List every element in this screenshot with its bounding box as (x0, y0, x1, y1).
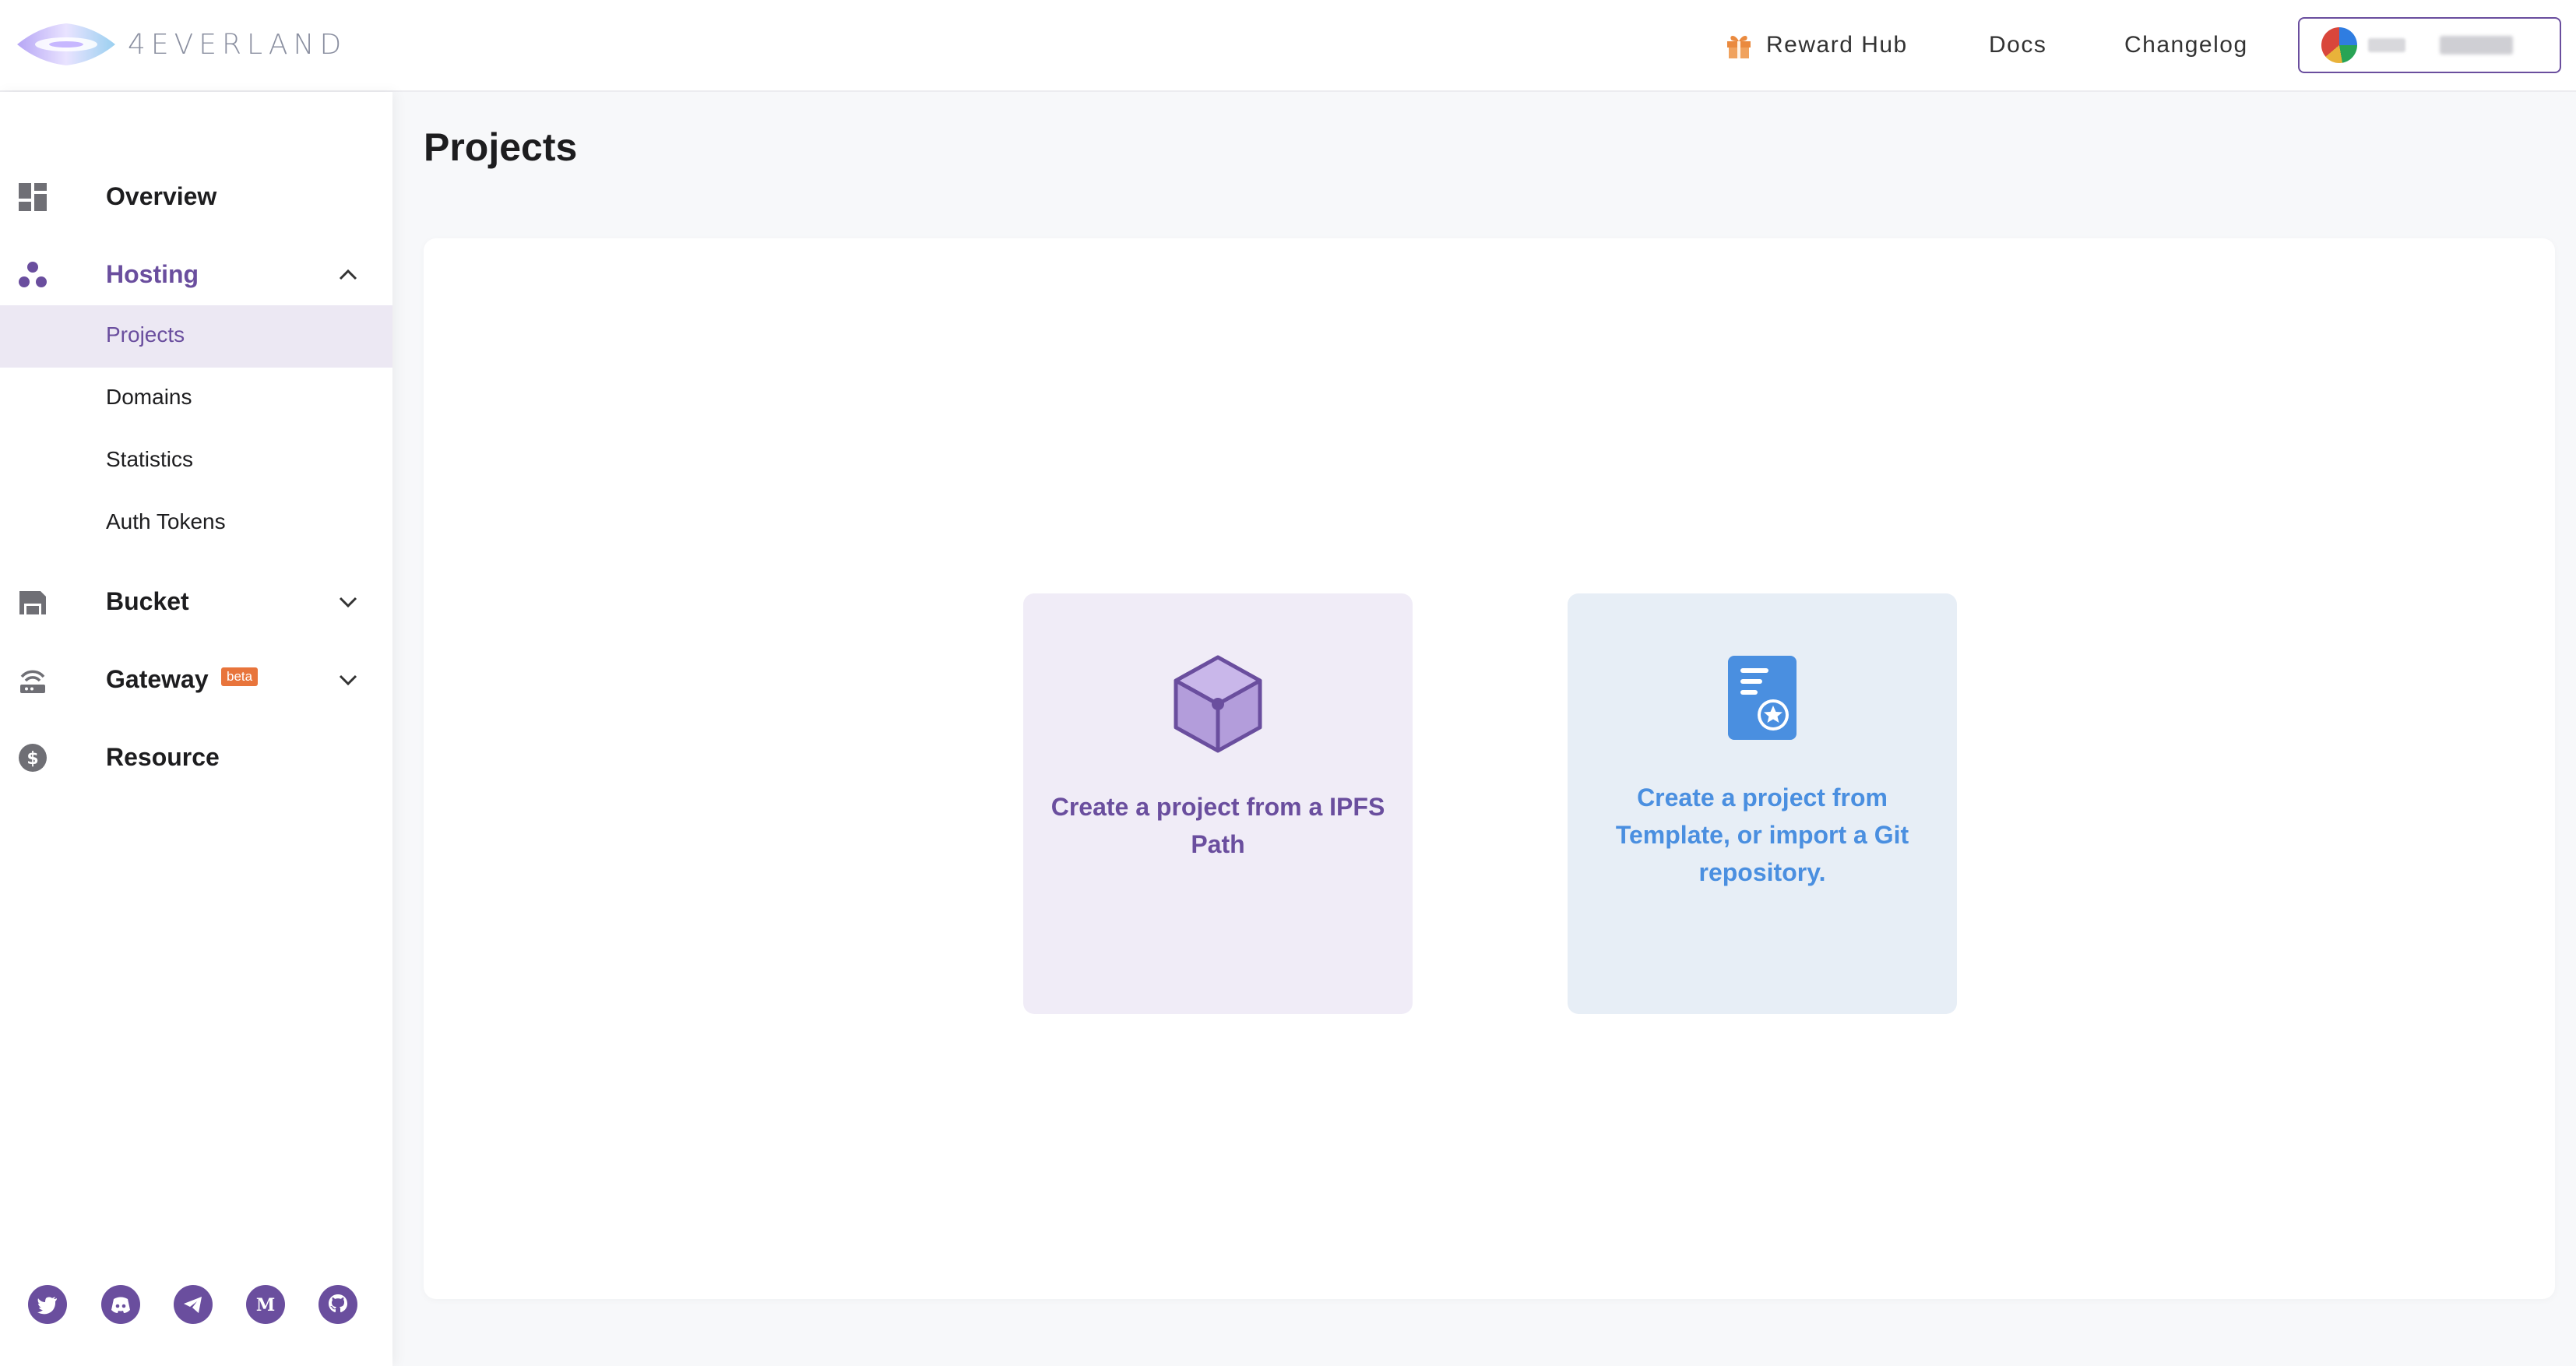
projects-panel: Create a project from a IPFS Path Create… (424, 238, 2555, 1299)
chevron-up-icon (339, 269, 357, 280)
create-from-template-card[interactable]: Create a project from Template, or impor… (1568, 593, 1957, 1014)
twitter-icon[interactable] (28, 1285, 67, 1324)
sidebar-item-label: Gateway (106, 664, 209, 693)
account-name-redacted (2368, 38, 2405, 52)
sidebar-item-bucket[interactable]: Bucket (0, 570, 392, 632)
gateway-icon (20, 670, 45, 693)
sidebar-subitem-label: Statistics (106, 447, 194, 471)
sidebar-subitem-auth-tokens[interactable]: Auth Tokens (0, 492, 392, 554)
reward-hub-label: Reward Hub (1766, 32, 1908, 58)
logo-icon (17, 23, 115, 65)
page-title: Projects (424, 125, 578, 169)
sidebar-item-label: Resource (106, 742, 220, 771)
sidebar-item-hosting[interactable]: Hosting (0, 243, 392, 305)
top-header: 4EVERLAND Reward Hub Docs Changelog (0, 0, 2576, 92)
sidebar-subitem-projects[interactable]: Projects (0, 305, 392, 368)
sidebar-subitem-label: Domains (106, 385, 192, 409)
hosting-icon (19, 262, 47, 287)
discord-icon[interactable] (101, 1285, 140, 1324)
telegram-icon[interactable] (174, 1285, 213, 1324)
template-document-icon (1728, 656, 1797, 740)
sidebar-subitem-label: Auth Tokens (106, 509, 226, 533)
svg-text:M: M (256, 1295, 275, 1315)
chevron-down-icon (339, 674, 357, 686)
medium-icon[interactable]: M (246, 1285, 285, 1324)
reward-hub-link[interactable]: Reward Hub (1724, 28, 1908, 62)
sidebar-item-label: Overview (106, 181, 217, 210)
bucket-icon (19, 591, 46, 614)
cube-icon (1174, 655, 1262, 753)
sidebar-item-label: Bucket (106, 586, 189, 615)
dashboard-icon (19, 183, 47, 211)
account-button[interactable] (2298, 17, 2561, 73)
sidebar-item-overview[interactable]: Overview (0, 165, 392, 227)
beta-badge: beta (221, 667, 259, 686)
account-address-redacted (2440, 36, 2513, 55)
avatar (2321, 27, 2357, 63)
docs-link[interactable]: Docs (1989, 28, 2046, 62)
sidebar-item-label: Hosting (106, 259, 199, 288)
sidebar-item-gateway[interactable]: Gateway beta (0, 648, 392, 710)
gift-icon (1727, 36, 1751, 58)
sidebar-subitem-label: Projects (106, 322, 185, 347)
dollar-icon: $ (19, 744, 47, 772)
github-icon[interactable] (318, 1285, 357, 1324)
logo[interactable]: 4EVERLAND (16, 17, 347, 72)
sidebar: Overview Hosting Projects Domains Statis… (0, 92, 392, 1366)
create-from-ipfs-card[interactable]: Create a project from a IPFS Path (1023, 593, 1413, 1014)
create-from-template-text: Create a project from Template, or impor… (1615, 783, 1909, 886)
sidebar-item-resource[interactable]: $ Resource (0, 726, 392, 788)
changelog-link[interactable]: Changelog (2124, 28, 2248, 62)
sidebar-subitem-statistics[interactable]: Statistics (0, 430, 392, 492)
logo-text: 4EVERLAND (128, 28, 347, 61)
create-from-ipfs-text: Create a project from a IPFS Path (1050, 793, 1385, 858)
chevron-down-icon (339, 597, 357, 608)
sidebar-subitem-domains[interactable]: Domains (0, 368, 392, 430)
svg-text:$: $ (26, 749, 38, 769)
